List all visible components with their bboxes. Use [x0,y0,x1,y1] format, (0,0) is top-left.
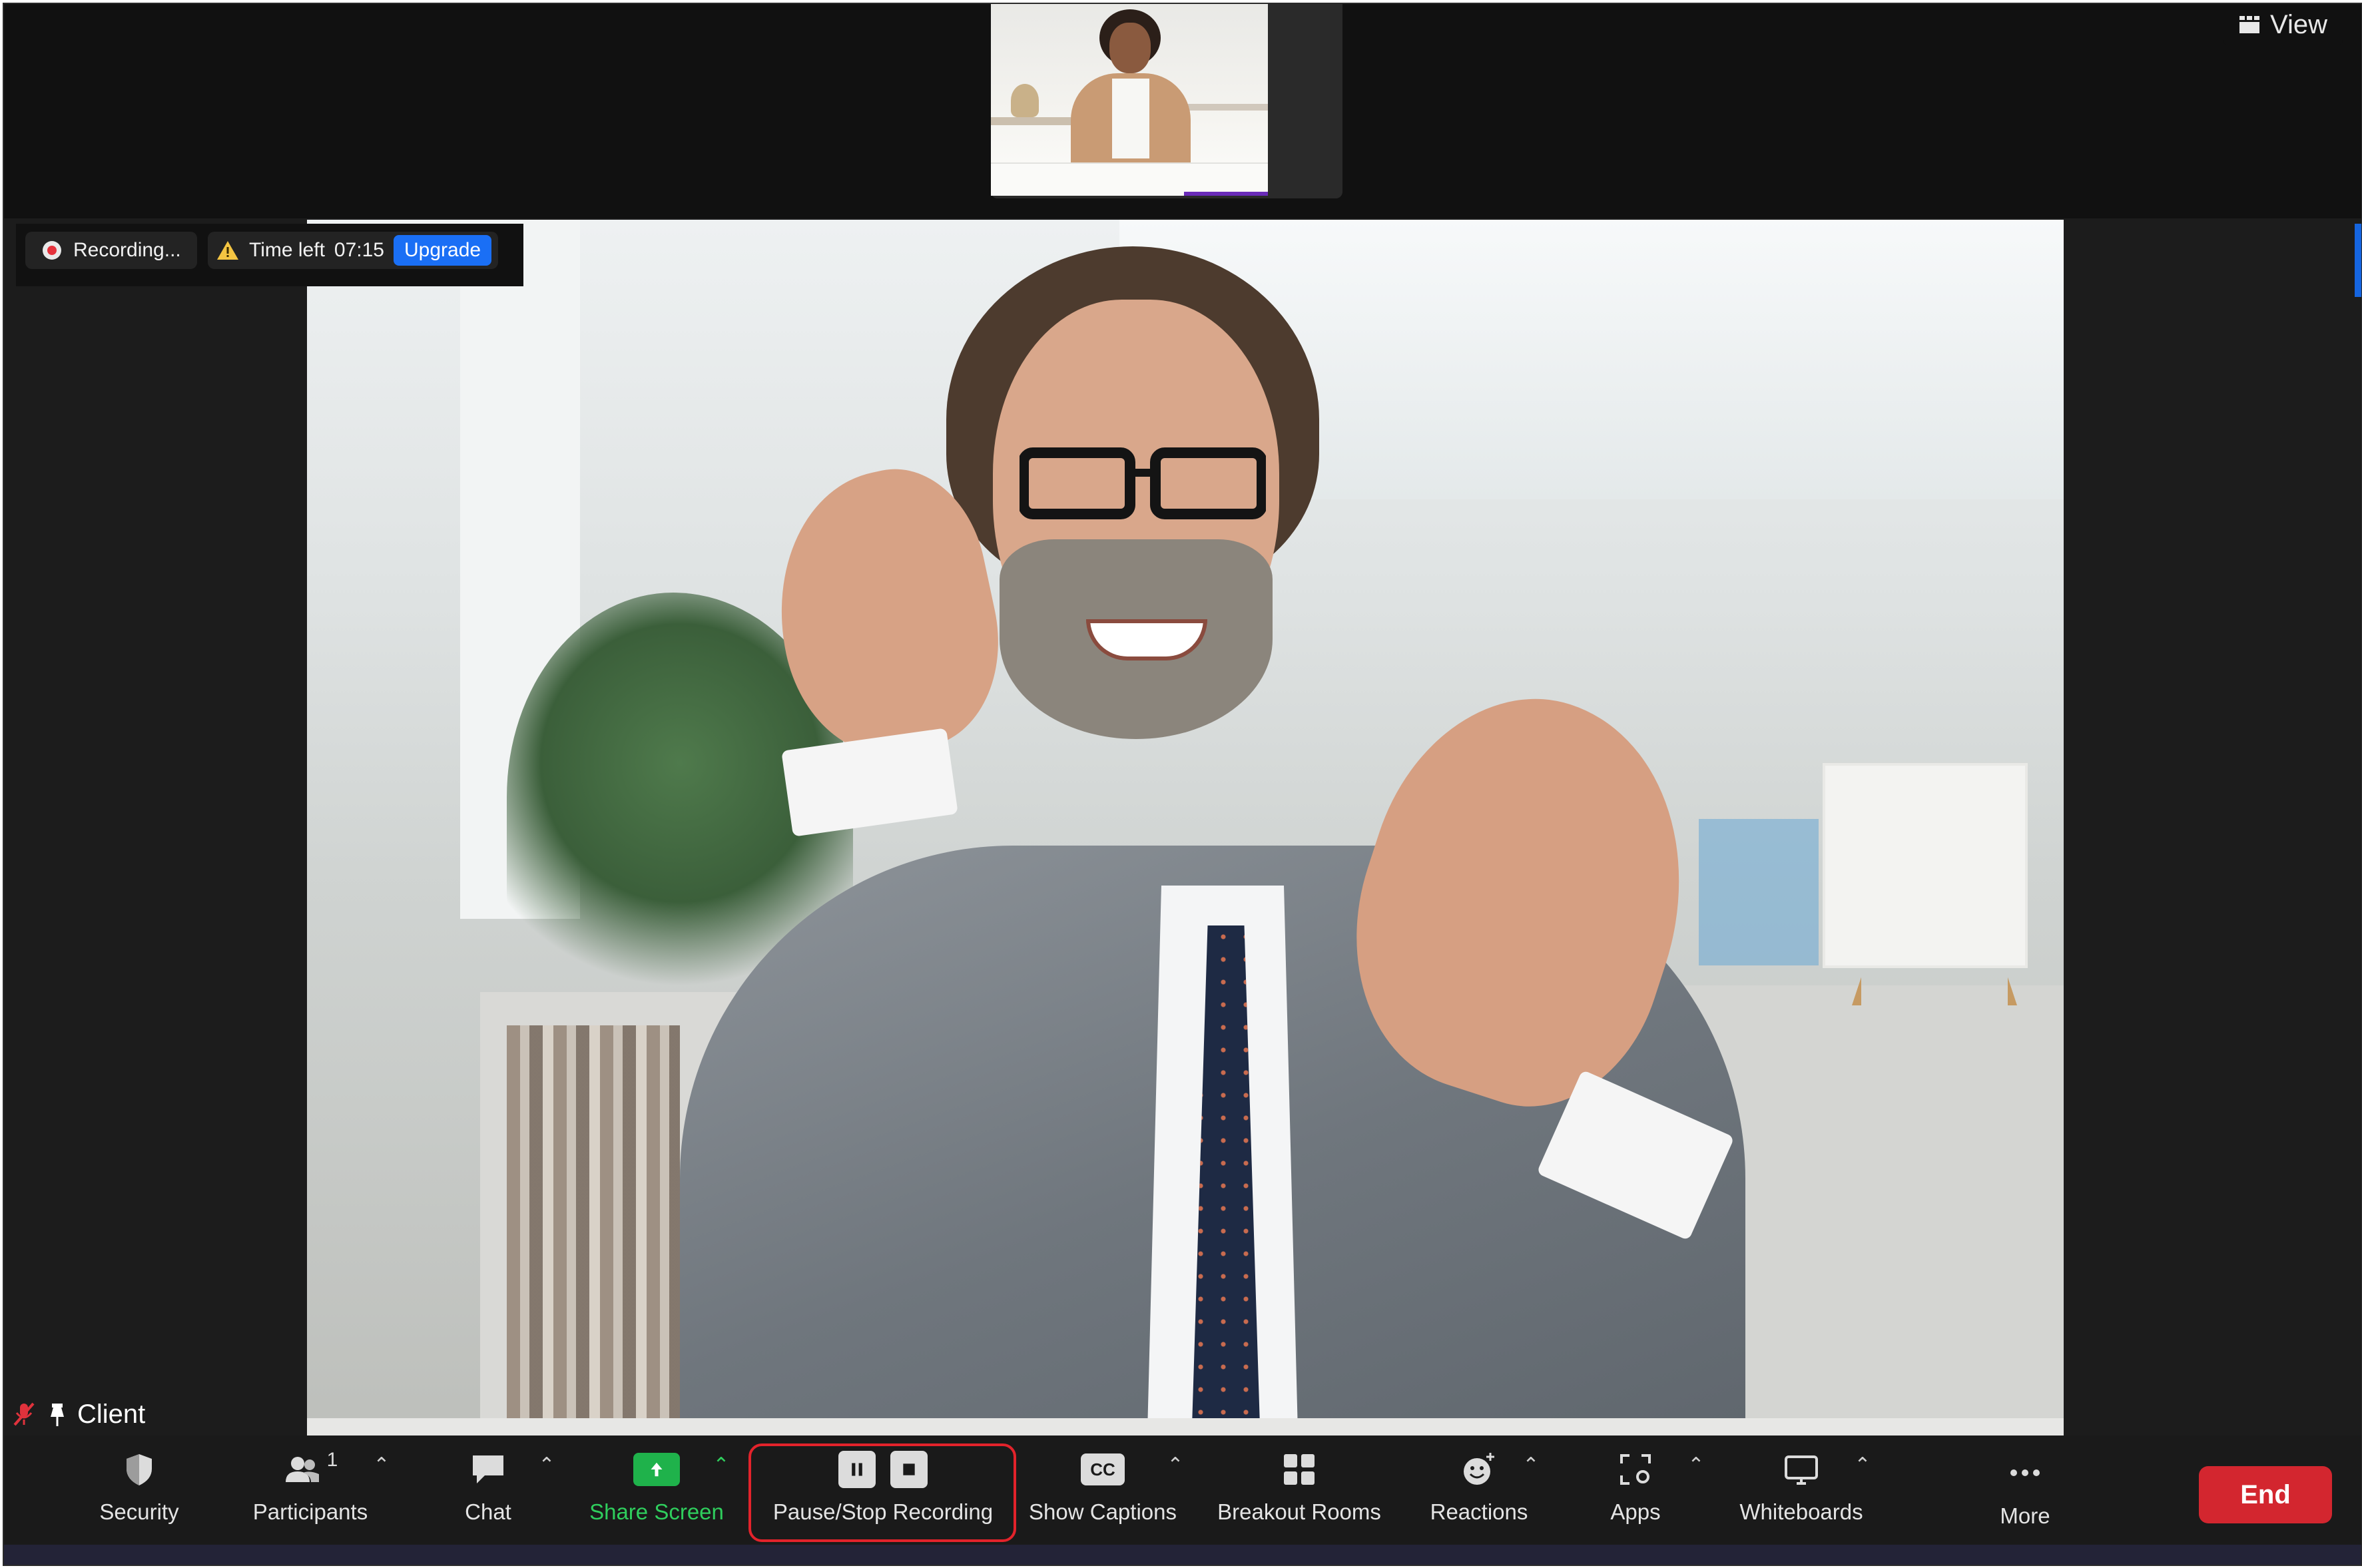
breakout-rooms-button[interactable]: Breakout Rooms [1209,1445,1389,1530]
chat-button[interactable]: Chat [445,1445,531,1530]
bg-blue-frame [1699,819,1819,965]
share-screen-icon [633,1453,680,1486]
participants-count: 1 [326,1449,338,1471]
show-captions-button[interactable]: CC Show Captions [1023,1445,1183,1530]
view-label: View [2270,9,2327,39]
grid-view-icon [2239,16,2259,33]
active-speaker-video [307,220,2064,1436]
whiteboard-icon [1785,1455,1818,1485]
thumb-shelf [991,117,1084,125]
time-left-value: 07:15 [334,239,384,261]
breakout-rooms-label: Breakout Rooms [1217,1499,1381,1524]
share-screen-button[interactable]: Share Screen [583,1445,730,1530]
chat-caret-icon[interactable]: ⌃ [537,1455,557,1475]
participants-icon [285,1457,319,1482]
time-left-label: Time left [249,239,325,261]
more-dots-icon [2010,1469,2040,1476]
thumb-plant [1011,84,1039,117]
zoom-meeting-window: View Recording... Time left 07:15 Upgrad… [3,3,2362,1566]
view-button[interactable]: View [2223,4,2343,45]
recording-status-panel: Recording... Time left 07:15 Upgrade [16,224,523,286]
participant-name: Client [77,1399,146,1429]
closed-captions-icon: CC [1081,1453,1125,1485]
thumb-face [1109,23,1151,73]
participants-caret-icon[interactable]: ⌃ [372,1455,392,1475]
smiley-plus-icon [1464,1453,1494,1485]
participants-button[interactable]: 1 Participants [244,1445,377,1530]
captions-icon-text: CC [1090,1459,1115,1479]
show-captions-label: Show Captions [1029,1499,1177,1524]
window-edge-accent [2355,224,2361,297]
shield-icon [127,1454,152,1485]
speaker-glasses [1020,447,1266,519]
security-label: Security [99,1499,179,1524]
pause-stop-recording-label: Pause/Stop Recording [772,1499,994,1524]
chat-bubble-icon [473,1455,503,1483]
breakout-rooms-icon [1284,1454,1315,1485]
pause-stop-recording-button[interactable]: Pause/Stop Recording [755,1445,1011,1530]
whiteboards-caret-icon[interactable]: ⌃ [1853,1455,1873,1475]
recording-status-text: Recording... [73,239,181,261]
bg-books [507,1025,680,1425]
share-screen-label: Share Screen [589,1499,724,1524]
whiteboards-label: Whiteboards [1739,1499,1863,1524]
chat-label: Chat [465,1499,511,1524]
reactions-label: Reactions [1430,1499,1528,1524]
more-button[interactable]: More [1982,1445,2068,1530]
captions-caret-icon[interactable]: ⌃ [1165,1455,1185,1475]
participants-label: Participants [252,1499,368,1524]
apps-label: Apps [1610,1499,1661,1524]
thumb-desk [991,162,1268,196]
share-screen-caret-icon[interactable]: ⌃ [711,1455,731,1475]
thumb-shirt [1112,79,1149,158]
bg-desk [307,1418,2064,1436]
time-left-indicator: Time left 07:15 Upgrade [208,232,499,269]
stop-icon[interactable] [890,1451,928,1488]
apps-caret-icon[interactable]: ⌃ [1686,1455,1706,1475]
pause-icon[interactable] [838,1451,876,1488]
apps-button[interactable]: Apps [1589,1445,1682,1530]
more-label: More [2000,1503,2050,1528]
apps-icon [1620,1454,1651,1485]
participant-thumbnail-video[interactable] [991,4,1268,196]
muted-mic-icon [13,1402,35,1426]
recording-indicator[interactable]: Recording... [25,232,197,269]
upgrade-button[interactable]: Upgrade [393,235,492,266]
warning-icon [217,241,238,260]
thumb-active-bar [1184,192,1268,196]
participant-name-tag: Client [11,1397,145,1432]
pin-icon [51,1404,64,1426]
security-button[interactable]: Security [89,1445,189,1530]
toolbar-bottom-strip [4,1545,2361,1565]
reactions-caret-icon[interactable]: ⌃ [1521,1455,1541,1475]
record-dot-icon [43,241,61,260]
end-meeting-button[interactable]: End [2199,1466,2332,1523]
thumb-shelf-right [1184,104,1268,111]
